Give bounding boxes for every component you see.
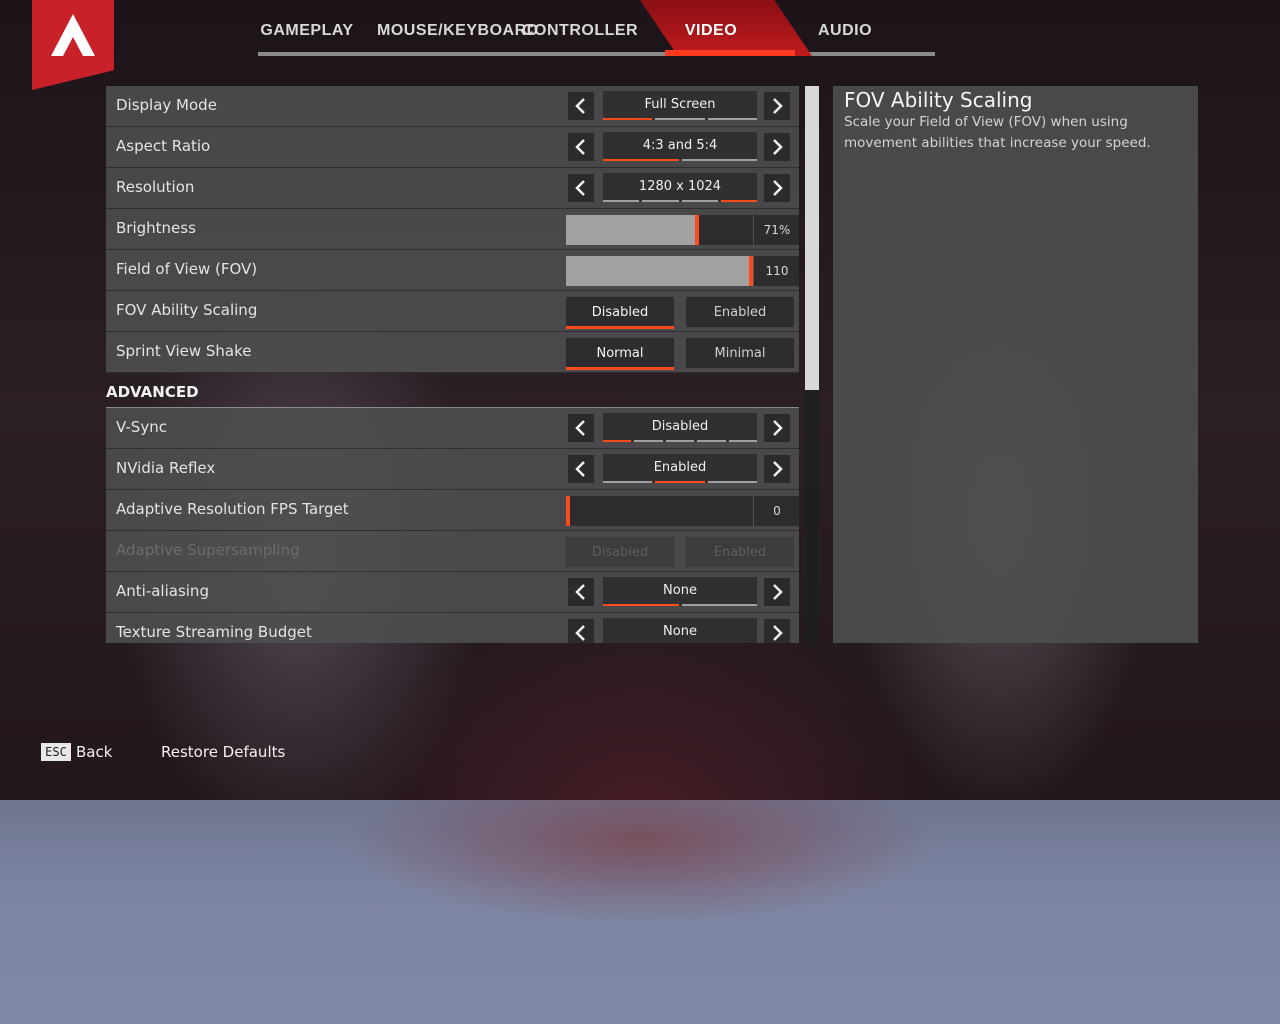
tab-gameplay[interactable]: GAMEPLAY [258,22,356,46]
setting-sprint-view-shake[interactable]: Sprint View Shake Normal Minimal [106,332,799,373]
setting-label: Resolution [116,178,195,196]
apex-logo-icon [51,14,95,56]
selector-value: Disabled [603,413,757,442]
esc-key-icon: ESC [41,743,71,761]
next-arrow-icon[interactable] [764,455,790,483]
setting-label: V-Sync [116,418,167,436]
selector-value: 4:3 and 5:4 [603,132,757,161]
prev-arrow-icon[interactable] [568,578,594,606]
selector-pips [603,604,757,606]
back-label: Back [76,743,113,761]
setting-label: Aspect Ratio [116,137,211,155]
slider-handle[interactable] [566,496,570,526]
selector-value: None [603,618,757,643]
selector-pips [603,118,757,120]
slider-value: 110 [753,256,799,286]
selector-value: 1280 x 1024 [603,173,757,202]
setting-label: Adaptive Supersampling [116,541,300,559]
selector-value: None [603,577,757,606]
setting-fov-ability-scaling[interactable]: FOV Ability Scaling Disabled Enabled [106,291,799,332]
apex-logo [32,0,114,90]
prev-arrow-icon[interactable] [568,455,594,483]
next-arrow-icon[interactable] [764,174,790,202]
scrollbar-thumb[interactable] [805,86,819,390]
setting-label: NVidia Reflex [116,459,216,477]
next-arrow-icon[interactable] [764,578,790,606]
option-normal-button[interactable]: Normal [566,338,674,370]
setting-nvidia-reflex[interactable]: NVidia Reflex Enabled [106,449,799,490]
next-arrow-icon[interactable] [764,619,790,643]
setting-anti-aliasing[interactable]: Anti-aliasing None [106,572,799,613]
next-arrow-icon[interactable] [764,414,790,442]
selector-pips [603,200,757,202]
tab-mouse-keyboard[interactable]: MOUSE/KEYBOARD [377,22,538,46]
selector-pips [603,159,757,161]
slider-fill [566,215,699,245]
setting-label: Brightness [116,219,196,237]
prev-arrow-icon[interactable] [568,619,594,643]
setting-adaptive-supersampling: Adaptive Supersampling Disabled Enabled [106,531,799,572]
brightness-slider[interactable] [566,215,753,245]
option-enabled-button: Enabled [686,537,794,567]
setting-label: Anti-aliasing [116,582,209,600]
restore-defaults-button[interactable]: Restore Defaults [161,743,285,761]
settings-list: Display Mode Full Screen Aspect Ratio 4:… [106,86,799,643]
tab-controller[interactable]: CONTROLLER [522,22,638,46]
setting-label: Sprint View Shake [116,342,252,360]
slider-value: 0 [753,496,799,526]
tab-active-indicator [665,50,795,56]
setting-texture-streaming-budget[interactable]: Texture Streaming Budget None [106,613,799,643]
setting-label: Display Mode [116,96,217,114]
option-disabled-button[interactable]: Disabled [566,297,674,329]
tab-audio[interactable]: AUDIO [800,22,890,46]
description-body: Scale your Field of View (FOV) when usin… [844,114,1151,151]
slider-value: 71% [753,215,799,245]
setting-label: Adaptive Resolution FPS Target [116,500,349,518]
section-title: ADVANCED [106,383,199,401]
prev-arrow-icon[interactable] [568,414,594,442]
adaptive-resolution-slider[interactable] [566,496,753,526]
next-arrow-icon[interactable] [764,133,790,161]
setting-aspect-ratio[interactable]: Aspect Ratio 4:3 and 5:4 [106,127,799,168]
next-arrow-icon[interactable] [764,92,790,120]
selector-pips [603,481,757,483]
prev-arrow-icon[interactable] [568,133,594,161]
setting-display-mode[interactable]: Display Mode Full Screen [106,86,799,127]
option-disabled-button: Disabled [566,537,674,567]
tab-video[interactable]: VIDEO [661,22,761,46]
selector-value: Full Screen [603,91,757,120]
description-panel: FOV Ability Scaling Scale your Field of … [833,86,1198,643]
tab-bar-underline [258,52,935,56]
setting-vsync[interactable]: V-Sync Disabled [106,408,799,449]
section-advanced: ADVANCED [106,373,799,408]
setting-adaptive-resolution[interactable]: Adaptive Resolution FPS Target 0 [106,490,799,531]
slider-fill [566,256,753,286]
setting-resolution[interactable]: Resolution 1280 x 1024 [106,168,799,209]
option-minimal-button[interactable]: Minimal [686,338,794,368]
setting-brightness[interactable]: Brightness 71% [106,209,799,250]
setting-label: Field of View (FOV) [116,260,258,278]
prev-arrow-icon[interactable] [568,174,594,202]
prev-arrow-icon[interactable] [568,92,594,120]
option-enabled-button[interactable]: Enabled [686,297,794,327]
selector-pips [603,440,758,442]
setting-label: FOV Ability Scaling [116,301,258,319]
background-fog [0,800,1280,1024]
slider-handle[interactable] [695,215,699,245]
selector-value: Enabled [603,454,757,483]
setting-label: Texture Streaming Budget [116,623,312,641]
description-title: FOV Ability Scaling [844,88,1033,112]
setting-fov[interactable]: Field of View (FOV) 110 [106,250,799,291]
fov-slider[interactable] [566,256,753,286]
